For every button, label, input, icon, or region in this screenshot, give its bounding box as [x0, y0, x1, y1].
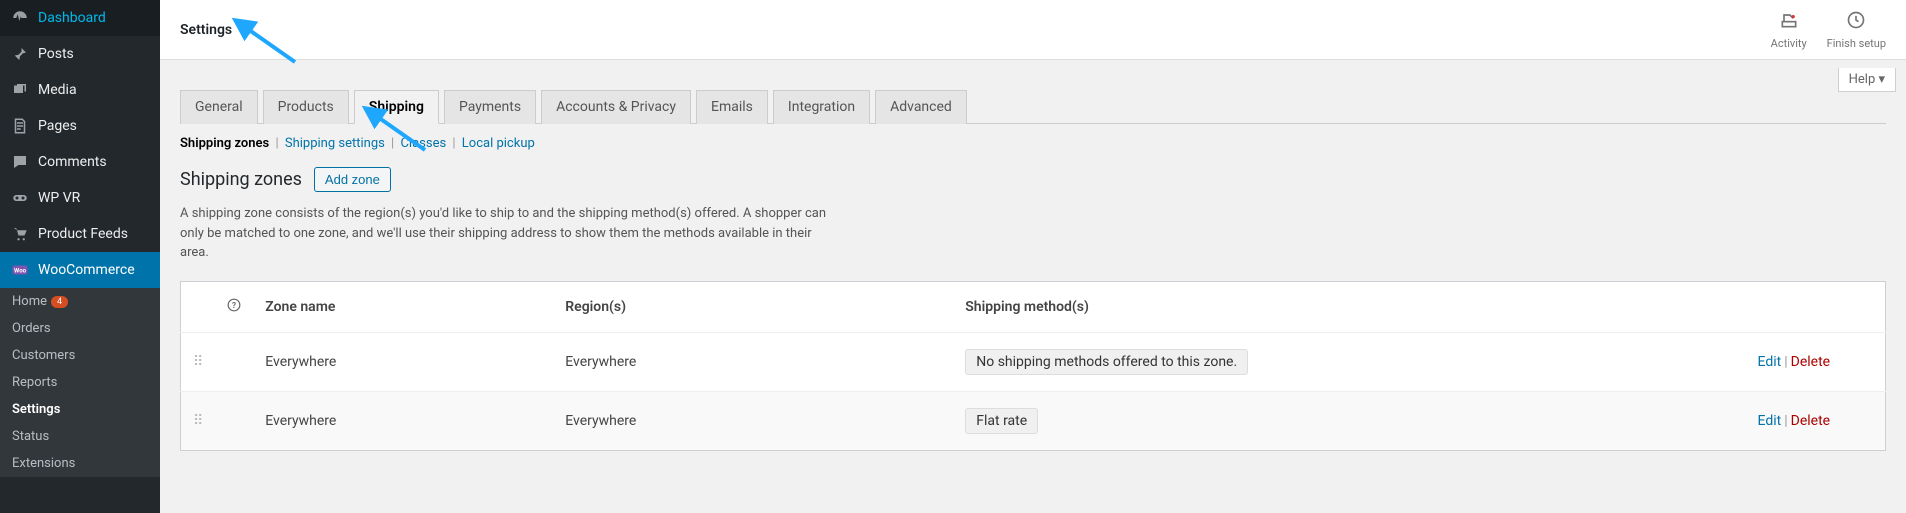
- tab-shipping[interactable]: Shipping: [354, 90, 439, 124]
- tab-general[interactable]: General: [180, 90, 258, 124]
- sidebar-subitem-customers[interactable]: Customers: [0, 342, 160, 369]
- media-icon: [10, 80, 30, 100]
- table-row: ⠿EverywhereEverywhereFlat rateEdit|Delet…: [181, 391, 1886, 450]
- methods-cell: Flat rate: [953, 391, 1745, 450]
- sidebar-subitem-orders[interactable]: Orders: [0, 315, 160, 342]
- cart-icon: [10, 224, 30, 244]
- finish-setup-button[interactable]: Finish setup: [1827, 10, 1886, 50]
- tab-emails[interactable]: Emails: [696, 90, 768, 124]
- section-heading: Shipping zones: [180, 169, 302, 190]
- pages-icon: [10, 116, 30, 136]
- subtab-shipping-zones[interactable]: Shipping zones: [180, 136, 269, 151]
- sidebar-item-media[interactable]: Media: [0, 72, 160, 108]
- sidebar-subitem-extensions[interactable]: Extensions: [0, 450, 160, 477]
- svg-text:?: ?: [232, 299, 236, 309]
- methods-cell: No shipping methods offered to this zone…: [953, 332, 1745, 391]
- main-content: Settings Activity Finish setup Help ▾ Ge…: [160, 0, 1906, 513]
- sidebar-item-woocommerce[interactable]: WooWooCommerce: [0, 252, 160, 288]
- tab-products[interactable]: Products: [263, 90, 349, 124]
- delete-link[interactable]: Delete: [1791, 413, 1830, 429]
- tab-accounts-privacy[interactable]: Accounts & Privacy: [541, 90, 691, 124]
- sidebar-item-product-feeds[interactable]: Product Feeds: [0, 216, 160, 252]
- tab-payments[interactable]: Payments: [444, 90, 536, 124]
- pin-icon: [10, 44, 30, 64]
- subtab-classes[interactable]: Classes: [400, 136, 446, 151]
- add-zone-button[interactable]: Add zone: [314, 167, 391, 192]
- sidebar-item-posts[interactable]: Posts: [0, 36, 160, 72]
- comments-icon: [10, 152, 30, 172]
- sidebar-subitem-settings[interactable]: Settings: [0, 396, 160, 423]
- edit-link[interactable]: Edit: [1758, 354, 1782, 370]
- drag-handle-icon[interactable]: ⠿: [181, 391, 216, 450]
- shipping-zones-table: ? Zone name Region(s) Shipping method(s)…: [180, 281, 1886, 451]
- svg-text:Woo: Woo: [14, 267, 27, 274]
- wpvr-icon: [10, 188, 30, 208]
- help-icon[interactable]: ?: [215, 281, 253, 332]
- shipping-subtabs: Shipping zones | Shipping settings | Cla…: [180, 124, 1886, 163]
- section-description: A shipping zone consists of the region(s…: [180, 204, 830, 263]
- sidebar-subitem-status[interactable]: Status: [0, 423, 160, 450]
- sidebar-item-dashboard[interactable]: Dashboard: [0, 0, 160, 36]
- clock-icon: [1827, 10, 1886, 35]
- settings-tabs: GeneralProductsShippingPaymentsAccounts …: [180, 90, 1886, 124]
- col-zone-name: Zone name: [253, 281, 553, 332]
- sidebar-item-comments[interactable]: Comments: [0, 144, 160, 180]
- zone-name-cell[interactable]: Everywhere: [253, 332, 553, 391]
- delete-link[interactable]: Delete: [1791, 354, 1830, 370]
- tab-integration[interactable]: Integration: [773, 90, 870, 124]
- table-row: ⠿ EverywhereEverywhere No shipping methods…: [181, 332, 1886, 391]
- sidebar-subitem-reports[interactable]: Reports: [0, 369, 160, 396]
- subtab-local-pickup[interactable]: Local pickup: [462, 136, 535, 151]
- badge: 4: [51, 296, 68, 308]
- activity-icon: [1771, 10, 1807, 35]
- col-regions: Region(s): [553, 281, 953, 332]
- sidebar-subitem-home[interactable]: Home4: [0, 288, 160, 315]
- edit-link[interactable]: Edit: [1758, 413, 1782, 429]
- top-bar: Settings Activity Finish setup: [160, 0, 1906, 60]
- drag-handle-icon[interactable]: ⠿: [181, 332, 216, 391]
- regions-cell: Everywhere: [553, 332, 953, 391]
- activity-button[interactable]: Activity: [1771, 10, 1807, 50]
- zone-name-cell[interactable]: Everywhere: [253, 391, 553, 450]
- page-title: Settings: [180, 22, 232, 38]
- sidebar-item-pages[interactable]: Pages: [0, 108, 160, 144]
- col-methods: Shipping method(s): [953, 281, 1745, 332]
- sidebar-item-wp-vr[interactable]: WP VR: [0, 180, 160, 216]
- subtab-shipping-settings[interactable]: Shipping settings: [285, 136, 385, 151]
- woo-icon: Woo: [10, 260, 30, 280]
- admin-sidebar: DashboardPostsMediaPagesCommentsWP VRPro…: [0, 0, 160, 513]
- tab-advanced[interactable]: Advanced: [875, 90, 967, 124]
- dashboard-icon: [10, 8, 30, 28]
- help-button[interactable]: Help ▾: [1838, 68, 1896, 92]
- regions-cell: Everywhere: [553, 391, 953, 450]
- method-pill: Flat rate: [965, 408, 1038, 434]
- method-pill: No shipping methods offered to this zone…: [965, 349, 1248, 375]
